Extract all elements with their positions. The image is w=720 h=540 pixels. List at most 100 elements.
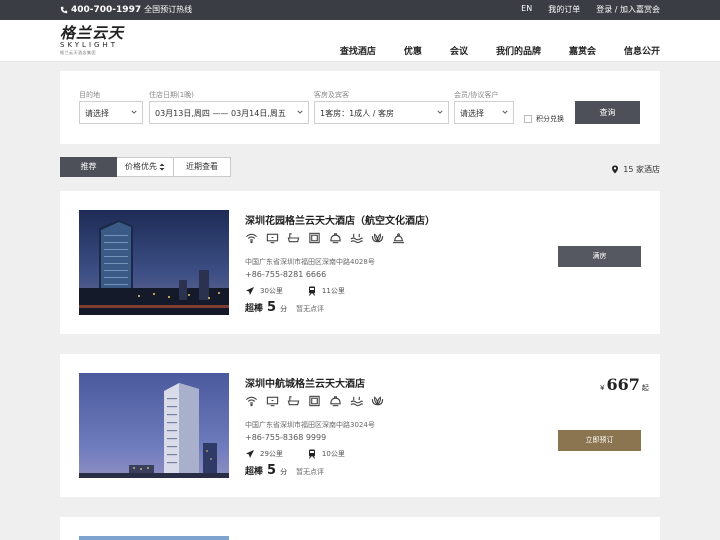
- brand-logo-cn: 格兰云天: [60, 24, 125, 42]
- airport-distance-text: 30公里: [260, 287, 283, 295]
- top-bar: 400-700-1997 全国预订热线 EN 我的订单 登录 / 加入嘉赏会: [0, 0, 720, 20]
- hotel-address: 中国广东省深圳市福田区深南中路4028号: [245, 258, 375, 266]
- pool-icon: [350, 396, 363, 407]
- search-panel: 目的地 请选择 住店日期(1晚) 03月13日,周四 —— 03月14日,周五 …: [60, 71, 660, 144]
- train-icon: [308, 449, 315, 459]
- hotel-phone: +86-755-8368 9999: [245, 433, 327, 442]
- kettle-icon: [330, 233, 341, 244]
- hotel-card[interactable]: 深圳中航城格兰云天大酒店 中国广东省深圳市福田区深南中路3024号 +86-75…: [60, 354, 660, 497]
- sort-tabs: 推荐 价格优先 近期查看: [60, 157, 231, 177]
- bathtub-icon: [287, 233, 300, 243]
- metro-distance-text: 10公里: [321, 450, 345, 458]
- language-switch[interactable]: EN: [521, 4, 532, 15]
- kettle-icon: [330, 396, 341, 407]
- hotel-count: 15 家酒店: [611, 164, 660, 175]
- hotel-photo-image: [79, 210, 229, 315]
- my-orders-link[interactable]: 我的订单: [548, 4, 580, 15]
- hotel-name[interactable]: 深圳花园格兰云天大酒店（航空文化酒店）: [245, 212, 435, 227]
- nav-meetings[interactable]: 会议: [450, 44, 468, 57]
- hotel-rating: 超棒 5 分 暂无点评: [245, 463, 324, 478]
- hotel-name[interactable]: 深圳中航城格兰云天大酒店: [245, 375, 365, 390]
- nav-find-hotel[interactable]: 查找酒店: [340, 44, 376, 57]
- brand-logo-en: SKYLIGHT: [60, 41, 118, 49]
- spa-icon: [371, 233, 384, 243]
- hotel-distances: 29公里 10公里: [245, 449, 345, 459]
- hotel-card[interactable]: 深圳花园格兰云天大酒店（航空文化酒店） 中国广东省深圳市福田区深南中路4028号…: [60, 191, 660, 334]
- safe-icon: [309, 395, 320, 407]
- review-status[interactable]: 暂无点评: [296, 467, 324, 477]
- sort-icon: [159, 163, 165, 170]
- search-button[interactable]: 查询: [575, 101, 640, 124]
- hotline-label: 全国预订热线: [144, 5, 193, 14]
- review-status[interactable]: 暂无点评: [296, 304, 324, 314]
- nav-disclosure[interactable]: 信息公开: [624, 44, 660, 57]
- tab-recent[interactable]: 近期查看: [174, 157, 231, 177]
- book-now-button[interactable]: 立即预订: [558, 430, 641, 451]
- rooms-value: 1客房：1成人 / 客房: [320, 109, 394, 118]
- rooms-label: 客房及宾客: [314, 91, 349, 99]
- dates-select[interactable]: 03月13日,周四 —— 03月14日,周五: [149, 101, 309, 124]
- hotel-photo[interactable]: [79, 536, 229, 540]
- price-currency: ¥: [600, 384, 605, 392]
- dates-label: 住店日期(1晚): [149, 91, 194, 99]
- hotel-distances: 30公里 11公里: [245, 286, 345, 296]
- login-link[interactable]: 登录 / 加入嘉赏会: [596, 4, 660, 15]
- metro-distance: 10公里: [307, 449, 345, 459]
- tab-price[interactable]: 价格优先: [117, 157, 174, 177]
- destination-value: 请选择: [85, 109, 109, 118]
- hotel-photo[interactable]: [79, 373, 229, 478]
- train-icon: [308, 286, 315, 296]
- hotel-photo-image: [79, 373, 229, 478]
- hotel-phone: +86-755-8281 6666: [245, 270, 327, 279]
- points-label: 积分兑换: [536, 115, 564, 123]
- hotel-rating: 超棒 5 分 暂无点评: [245, 300, 324, 315]
- destination-select[interactable]: 请选择: [79, 101, 143, 124]
- points-checkbox[interactable]: [524, 115, 532, 123]
- spa-icon: [371, 396, 384, 406]
- location-pin-icon: [612, 165, 619, 174]
- member-value: 请选择: [460, 109, 484, 118]
- price-suffix: 起: [641, 384, 649, 392]
- metro-distance-text: 11公里: [321, 287, 345, 295]
- brand-logo-sub: 格兰云天酒店集团: [60, 50, 96, 55]
- hotel-price: ¥ 667 起: [600, 375, 649, 394]
- member-label: 会员/协议客户: [454, 91, 499, 99]
- phone-icon: [60, 6, 68, 13]
- hotline-number: 400-700-1997: [71, 4, 142, 15]
- airplane-icon: [246, 287, 254, 295]
- rating-score: 5: [267, 463, 277, 478]
- nav-brands[interactable]: 我们的品牌: [496, 44, 541, 57]
- rating-unit: 分: [280, 468, 288, 476]
- pool-icon: [350, 233, 363, 244]
- points-redeem[interactable]: 积分兑换: [524, 114, 564, 124]
- hotel-photo-image: [79, 536, 229, 540]
- chevron-down-icon: [297, 110, 303, 114]
- rating-word: 超棒: [245, 304, 264, 314]
- safe-icon: [309, 232, 320, 244]
- nav-loyalty[interactable]: 嘉赏会: [569, 44, 596, 57]
- sold-out-button[interactable]: 满房: [558, 246, 641, 267]
- rating-unit: 分: [280, 305, 288, 313]
- chevron-down-icon: [437, 110, 443, 114]
- wifi-icon: [246, 233, 257, 244]
- member-select[interactable]: 请选择: [454, 101, 514, 124]
- nav-offers[interactable]: 优惠: [404, 44, 422, 57]
- hotel-card[interactable]: [60, 517, 660, 540]
- airplane-icon: [246, 450, 254, 458]
- hotline: 400-700-1997 全国预订热线: [60, 4, 192, 15]
- destination-label: 目的地: [79, 91, 100, 99]
- amenity-list: [245, 395, 384, 407]
- chevron-down-icon: [502, 110, 508, 114]
- airport-distance: 30公里: [245, 286, 283, 296]
- price-amount: 667: [606, 375, 640, 394]
- hotel-photo[interactable]: [79, 210, 229, 315]
- wifi-icon: [246, 396, 257, 407]
- chevron-down-icon: [131, 110, 137, 114]
- header: 格兰云天 SKYLIGHT 格兰云天酒店集团 查找酒店 优惠 会议 我们的品牌 …: [0, 20, 720, 62]
- brand-logo[interactable]: 格兰云天 SKYLIGHT 格兰云天酒店集团: [60, 25, 132, 56]
- tab-recommended[interactable]: 推荐: [60, 157, 117, 177]
- main-nav: 查找酒店 优惠 会议 我们的品牌 嘉赏会 信息公开: [340, 44, 660, 57]
- rating-word: 超棒: [245, 467, 264, 477]
- rooms-select[interactable]: 1客房：1成人 / 客房: [314, 101, 449, 124]
- hotel-count-text: 15 家酒店: [623, 165, 660, 174]
